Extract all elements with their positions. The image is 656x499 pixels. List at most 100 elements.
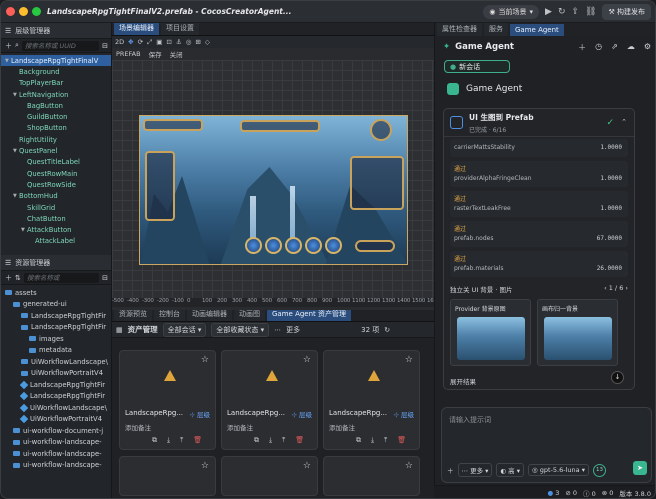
error-count[interactable]: ● 3 bbox=[547, 489, 559, 497]
settings-icon[interactable]: ⚙ bbox=[644, 42, 651, 53]
close-window-button[interactable] bbox=[6, 7, 15, 16]
job-header[interactable]: UI 生图到 Prefab 已完成 · 6/16 ✓ ⌃ bbox=[444, 109, 634, 137]
asset-node[interactable]: ui-workflow-document-j bbox=[1, 425, 111, 437]
collapse-icon[interactable]: ⊟ bbox=[102, 274, 111, 282]
hierarchy-search-input[interactable]: 搜索名称或 UUID bbox=[21, 40, 100, 51]
new-chat-button[interactable]: ● 新会话 bbox=[444, 60, 510, 73]
anchor-icon[interactable]: ⚓ bbox=[176, 38, 182, 46]
star-icon[interactable]: ☆ bbox=[405, 461, 413, 471]
refresh-icon[interactable]: ↻ bbox=[558, 7, 566, 17]
add-icon[interactable]: ＋ bbox=[5, 273, 12, 283]
share-icon[interactable]: ⇪ bbox=[572, 7, 580, 17]
scene-viewport[interactable] bbox=[112, 60, 434, 298]
upload-icon[interactable]: ⤒ bbox=[384, 436, 387, 445]
copy-icon[interactable]: ⧉ bbox=[356, 436, 361, 445]
tab-services[interactable]: 服务 bbox=[484, 23, 508, 36]
hierarchy-node[interactable]: QuestRowSide bbox=[1, 179, 111, 190]
tab-console[interactable]: 控制台 bbox=[154, 310, 185, 321]
add-note-link[interactable]: 添加备注 bbox=[227, 422, 253, 432]
transform-tool-icon[interactable]: ⊡ bbox=[166, 38, 171, 46]
collapse-icon[interactable]: ⊟ bbox=[102, 42, 111, 50]
add-note-link[interactable]: 添加备注 bbox=[329, 422, 355, 432]
star-icon[interactable]: ☆ bbox=[201, 355, 209, 365]
star-icon[interactable]: ☆ bbox=[303, 355, 311, 365]
close-button[interactable]: 关闭 bbox=[170, 49, 183, 59]
save-button[interactable]: 保存 bbox=[149, 49, 162, 59]
hierarchy-node[interactable]: BagButton bbox=[1, 100, 111, 111]
tab-project-settings[interactable]: 项目设置 bbox=[161, 23, 199, 35]
hierarchy-node[interactable]: SkillGrid bbox=[1, 202, 111, 213]
hierarchy-node[interactable]: AttackLabel bbox=[1, 236, 111, 247]
asset-node[interactable]: metadata bbox=[1, 345, 111, 357]
chevron-up-icon[interactable]: ⌃ bbox=[621, 118, 627, 126]
add-icon[interactable]: ＋ bbox=[447, 465, 454, 475]
asset-node[interactable]: LandscapeRpgTightFir bbox=[1, 379, 111, 391]
asset-node[interactable]: ui-workflow-landscape- bbox=[1, 448, 111, 460]
asset-node[interactable]: ui-workflow-landscape- bbox=[1, 460, 111, 472]
star-icon[interactable]: ☆ bbox=[201, 461, 209, 471]
asset-node[interactable]: UiWorkflowPortraitV4 bbox=[1, 414, 111, 426]
asset-card-level[interactable]: ⊹ 层级 bbox=[291, 409, 312, 419]
rect-tool-icon[interactable]: ▣ bbox=[156, 38, 162, 46]
hierarchy-node[interactable]: Background bbox=[1, 66, 111, 77]
delete-icon[interactable]: 🗑 bbox=[397, 436, 406, 445]
tab-animation-editor[interactable]: 动画编辑器 bbox=[187, 310, 232, 321]
copy-icon[interactable]: ⧉ bbox=[152, 436, 157, 445]
hierarchy-node[interactable]: QuestRowMain bbox=[1, 168, 111, 179]
asset-node[interactable]: UiWorkflowLandscape\ bbox=[1, 356, 111, 368]
prompt-input[interactable]: 请输入提示词 bbox=[449, 415, 491, 425]
asset-card[interactable]: ☆ bbox=[323, 456, 420, 496]
download-icon[interactable]: ⤓ bbox=[371, 436, 374, 445]
upload-icon[interactable]: ⤒ bbox=[180, 436, 183, 445]
asset-node[interactable]: assets bbox=[1, 287, 111, 299]
asset-card[interactable]: ☆ LandscapeRpg... ⊹ 层级 添加备注 ⧉ ⤓ ⤒ 🗑 bbox=[221, 350, 318, 450]
share-icon[interactable]: ⇗ bbox=[611, 42, 618, 53]
scale-tool-icon[interactable]: ⤢ bbox=[147, 38, 152, 47]
mode-2d-button[interactable]: 2D bbox=[115, 38, 124, 46]
rotate-tool-icon[interactable]: ⟳ bbox=[138, 38, 143, 46]
log-count[interactable]: ⊗ 0 bbox=[602, 489, 614, 497]
refresh-icon[interactable]: ↻ bbox=[384, 326, 390, 334]
session-filter-dropdown[interactable]: 全部会话 ▾ bbox=[162, 322, 207, 337]
asset-node[interactable]: ui-workflow-landscape- bbox=[1, 437, 111, 449]
asset-card-level[interactable]: ⊹ 层级 bbox=[189, 409, 210, 419]
more-icon[interactable]: ⋯ bbox=[274, 326, 281, 334]
add-note-link[interactable]: 添加备注 bbox=[125, 422, 151, 432]
scroll-down-icon[interactable]: ↓ bbox=[611, 371, 624, 384]
maximize-window-button[interactable] bbox=[32, 7, 41, 16]
image-thumbnail[interactable]: 画布归一背景 bbox=[537, 299, 618, 366]
tab-animation-graph[interactable]: 动画图 bbox=[234, 310, 265, 321]
add-icon[interactable]: ＋ bbox=[5, 41, 12, 51]
pivot-icon[interactable]: ◎ bbox=[186, 38, 192, 46]
snap-icon[interactable]: ⊞ bbox=[195, 38, 200, 46]
asset-node[interactable]: LandscapeRpgTightFir bbox=[1, 310, 111, 322]
hierarchy-node[interactable]: ▼ LandscapeRpgTightFinalV bbox=[1, 55, 111, 67]
cloud-icon[interactable]: ☁ bbox=[627, 42, 635, 53]
asset-card[interactable]: ☆ bbox=[119, 456, 216, 496]
more-button[interactable]: 更多 bbox=[286, 325, 300, 335]
level-dropdown[interactable]: ◐ 高 ▾ bbox=[496, 463, 525, 477]
history-icon[interactable]: ◷ bbox=[595, 42, 602, 53]
tab-game-agent[interactable]: Game Agent bbox=[510, 24, 564, 36]
menu-icon[interactable]: ☰ bbox=[5, 27, 11, 35]
hierarchy-node[interactable]: ▼ AttackButton bbox=[1, 224, 111, 235]
tab-scene-editor[interactable]: 场景编辑器 bbox=[114, 23, 159, 35]
star-icon[interactable]: ☆ bbox=[405, 355, 413, 365]
asset-node[interactable]: UiWorkflowPortraitV4 bbox=[1, 368, 111, 380]
hierarchy-node[interactable]: RightUtility bbox=[1, 134, 111, 145]
warning-count[interactable]: ⊘ 0 bbox=[565, 489, 577, 497]
asset-card-level[interactable]: ⊹ 层级 bbox=[393, 409, 414, 419]
copy-icon[interactable]: ⧉ bbox=[254, 436, 259, 445]
add-icon[interactable]: ＋ bbox=[578, 42, 586, 53]
asset-card[interactable]: ☆ LandscapeRpg... ⊹ 层级 添加备注 ⧉ ⤓ ⤒ 🗑 bbox=[119, 350, 216, 450]
asset-node[interactable]: generated-ui bbox=[1, 299, 111, 311]
images-pager[interactable]: ‹ 1 / 6 › bbox=[604, 284, 628, 294]
hierarchy-node[interactable]: ChatButton bbox=[1, 213, 111, 224]
assets-search-input[interactable]: 搜索名称或 bbox=[23, 272, 100, 283]
asset-card[interactable]: ☆ bbox=[221, 456, 318, 496]
asset-node[interactable]: LandscapeRpgTightFir bbox=[1, 322, 111, 334]
sort-icon[interactable]: ⇅ bbox=[15, 274, 21, 282]
menu-icon[interactable]: ☰ bbox=[5, 259, 11, 267]
hierarchy-node[interactable]: ▼ BottomHud bbox=[1, 191, 111, 202]
asset-card[interactable]: ☆ LandscapeRpg... ⊹ 层级 添加备注 ⧉ ⤓ ⤒ 🗑 bbox=[323, 350, 420, 450]
